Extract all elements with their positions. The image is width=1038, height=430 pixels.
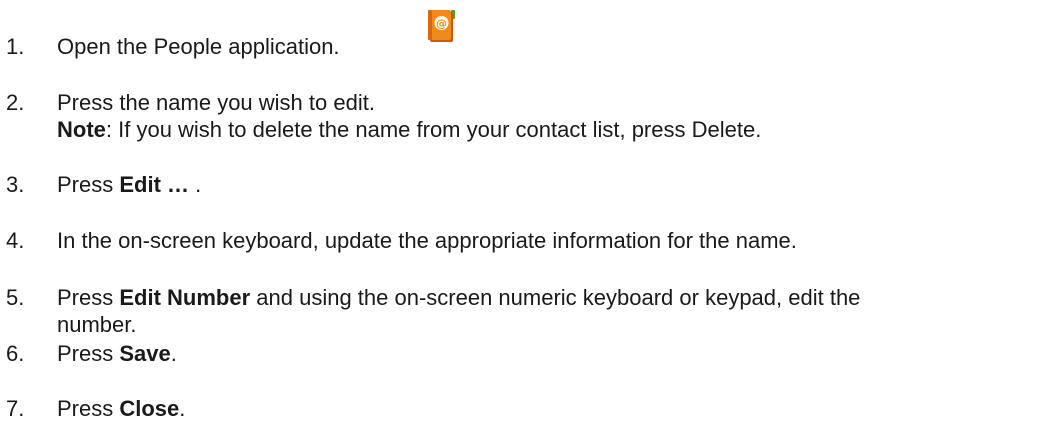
note: Note: If you wish to delete the name fro… [57, 116, 1017, 143]
step-text: Press Edit … . [57, 172, 202, 197]
step-number: 5. [6, 285, 25, 310]
note-text: : If you wish to delete the name from yo… [105, 117, 762, 142]
step-number: 1. [6, 34, 25, 59]
step-number: 6. [6, 341, 25, 366]
svg-text:@: @ [436, 17, 447, 30]
close-label: Close [119, 396, 180, 421]
step-number: 7. [6, 396, 25, 421]
edit-label: Edit … [119, 172, 190, 197]
step-number: 3. [6, 172, 25, 197]
step-number: 2. [6, 90, 25, 115]
note-label: Note [57, 117, 106, 142]
step-text: In the on-screen keyboard, update the ap… [57, 228, 797, 253]
step-text: Open the People application. [57, 34, 340, 59]
save-label: Save [119, 341, 171, 366]
step-number: 4. [6, 228, 25, 253]
step-text: Press Close. [57, 396, 186, 421]
edit-number-label: Edit Number [119, 285, 251, 310]
step-text: Press Edit Number and using the on-scree… [57, 285, 861, 337]
address-book-icon: @ [426, 9, 456, 43]
step-text: Press Save. [57, 341, 177, 366]
step-text: Press the name you wish to edit. Note: I… [57, 89, 1017, 143]
